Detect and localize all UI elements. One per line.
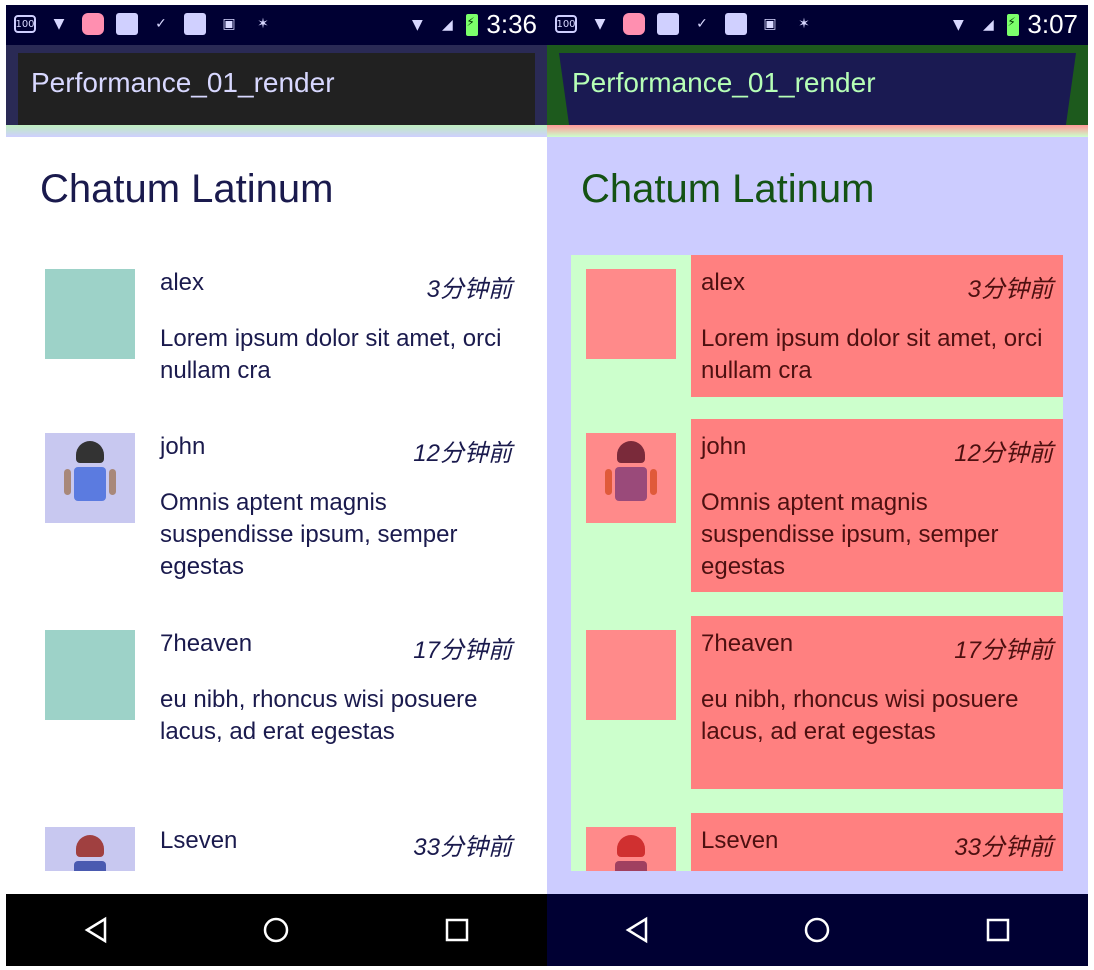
app-title: Performance_01_render bbox=[31, 67, 335, 98]
store-notification-icon bbox=[657, 13, 679, 35]
back-icon[interactable] bbox=[607, 900, 667, 960]
list-item[interactable]: john 12分钟前 Omnis aptent magnis suspendis… bbox=[571, 419, 1063, 595]
sender-name: john bbox=[701, 433, 747, 460]
app-notification-icon bbox=[623, 13, 645, 35]
message-text: eu nibh, rhoncus wisi posuere lacus, ad … bbox=[160, 686, 478, 745]
sender-name: Lseven bbox=[701, 827, 779, 854]
chat-content: Chatum Latinum alex 3分钟前 Lorem ipsum dol… bbox=[547, 137, 1088, 894]
sender-name: 7heaven bbox=[160, 630, 253, 657]
status-time: 3:36 bbox=[486, 9, 537, 39]
message-time: 17分钟前 bbox=[954, 637, 1053, 664]
avatar bbox=[586, 827, 676, 871]
message-card: Lseven 33分钟前 bbox=[691, 813, 1063, 871]
android-debug-icon: ✶ bbox=[257, 16, 269, 32]
sender-name: 7heaven bbox=[701, 630, 794, 657]
message-time: 33分钟前 bbox=[413, 834, 512, 861]
sender-name: alex bbox=[160, 269, 205, 296]
check-icon: ✓ bbox=[155, 16, 167, 32]
avatar bbox=[45, 433, 135, 523]
battery-100-icon: 100 bbox=[14, 15, 36, 33]
wifi-question-icon: ▼ bbox=[594, 16, 606, 32]
app-title: Performance_01_render bbox=[572, 67, 876, 98]
phone-screen-normal: 100 ▼ ✓ ▣ ✶ ▼ ◢ 3:36 Performance_01_rend… bbox=[6, 5, 547, 966]
back-icon[interactable] bbox=[66, 900, 126, 960]
avatar bbox=[586, 269, 676, 359]
message-text: Omnis aptent magnis suspendisse ipsum, s… bbox=[701, 489, 999, 580]
android-girl-icon bbox=[64, 441, 116, 517]
image-icon: ▣ bbox=[763, 16, 777, 32]
sender-name: Lseven bbox=[160, 827, 238, 854]
image-icon: ▣ bbox=[222, 16, 236, 32]
phone-screen-overdraw: 100 ▼ ✓ ▣ ✶ ▼ ◢ 3:07 Performance_01_rend… bbox=[547, 5, 1088, 966]
list-item[interactable]: Lseven 33分钟前 bbox=[571, 813, 1063, 871]
message-time: 33分钟前 bbox=[954, 834, 1053, 861]
message-text: eu nibh, rhoncus wisi posuere lacus, ad … bbox=[701, 686, 1019, 745]
message-card: 7heaven 17分钟前 eu nibh, rhoncus wisi posu… bbox=[691, 616, 1063, 789]
list-item[interactable]: 7heaven 17分钟前 eu nibh, rhoncus wisi posu… bbox=[571, 616, 1063, 792]
store-notification-icon-2 bbox=[725, 13, 747, 35]
message-time: 12分钟前 bbox=[954, 440, 1053, 467]
android-debug-icon: ✶ bbox=[798, 16, 810, 32]
list-item[interactable]: john 12分钟前 Omnis aptent magnis suspendis… bbox=[30, 419, 522, 599]
message-time: 12分钟前 bbox=[413, 440, 512, 467]
navigation-bar bbox=[6, 894, 547, 966]
message-time: 17分钟前 bbox=[413, 637, 512, 664]
action-bar: Performance_01_render bbox=[6, 45, 547, 137]
battery-charging-icon bbox=[1007, 13, 1020, 36]
recents-icon[interactable] bbox=[427, 900, 487, 960]
sender-name: john bbox=[160, 433, 206, 460]
sender-name: alex bbox=[701, 269, 746, 296]
list-item[interactable]: alex 3分钟前 Lorem ipsum dolor sit amet, or… bbox=[30, 255, 522, 401]
message-card: john 12分钟前 Omnis aptent magnis suspendis… bbox=[691, 419, 1063, 592]
status-time: 3:07 bbox=[1027, 9, 1078, 39]
android-girl-icon bbox=[605, 441, 657, 517]
chat-content: Chatum Latinum alex 3分钟前 Lorem ipsum dol… bbox=[6, 137, 547, 894]
home-icon[interactable] bbox=[246, 900, 306, 960]
store-notification-icon-2 bbox=[184, 13, 206, 35]
page-title: Chatum Latinum bbox=[581, 167, 875, 211]
page-title: Chatum Latinum bbox=[40, 167, 334, 211]
wifi-question-icon: ▼ bbox=[53, 16, 65, 32]
list-item[interactable]: alex 3分钟前 Lorem ipsum dolor sit amet, or… bbox=[571, 255, 1063, 401]
wifi-icon: ▼ bbox=[412, 16, 423, 33]
navigation-bar bbox=[547, 894, 1088, 966]
store-notification-icon bbox=[116, 13, 138, 35]
android-boy-icon bbox=[70, 835, 110, 871]
avatar bbox=[586, 433, 676, 523]
signal-icon: ◢ bbox=[442, 16, 453, 33]
battery-charging-icon bbox=[466, 13, 479, 36]
list-item[interactable]: Lseven 33分钟前 bbox=[30, 813, 522, 871]
avatar bbox=[45, 269, 135, 359]
action-bar: Performance_01_render bbox=[547, 45, 1088, 137]
avatar bbox=[45, 827, 135, 871]
check-icon: ✓ bbox=[696, 16, 708, 32]
battery-100-icon: 100 bbox=[555, 15, 577, 33]
list-item[interactable]: 7heaven 17分钟前 eu nibh, rhoncus wisi posu… bbox=[30, 616, 522, 796]
avatar bbox=[45, 630, 135, 720]
home-icon[interactable] bbox=[787, 900, 847, 960]
status-bar: 100 ▼ ✓ ▣ ✶ ▼ ◢ 3:07 bbox=[547, 5, 1088, 45]
message-card: alex 3分钟前 Lorem ipsum dolor sit amet, or… bbox=[691, 255, 1063, 397]
message-text: Lorem ipsum dolor sit amet, orci nullam … bbox=[701, 325, 1043, 384]
signal-icon: ◢ bbox=[983, 16, 994, 33]
recents-icon[interactable] bbox=[968, 900, 1028, 960]
android-boy-icon bbox=[611, 835, 651, 871]
status-bar: 100 ▼ ✓ ▣ ✶ ▼ ◢ 3:36 bbox=[6, 5, 547, 45]
message-text: Lorem ipsum dolor sit amet, orci nullam … bbox=[160, 325, 502, 384]
app-notification-icon bbox=[82, 13, 104, 35]
message-time: 3分钟前 bbox=[426, 276, 512, 303]
wifi-icon: ▼ bbox=[953, 16, 964, 33]
avatar bbox=[586, 630, 676, 720]
message-time: 3分钟前 bbox=[967, 276, 1053, 303]
message-text: Omnis aptent magnis suspendisse ipsum, s… bbox=[160, 489, 458, 580]
